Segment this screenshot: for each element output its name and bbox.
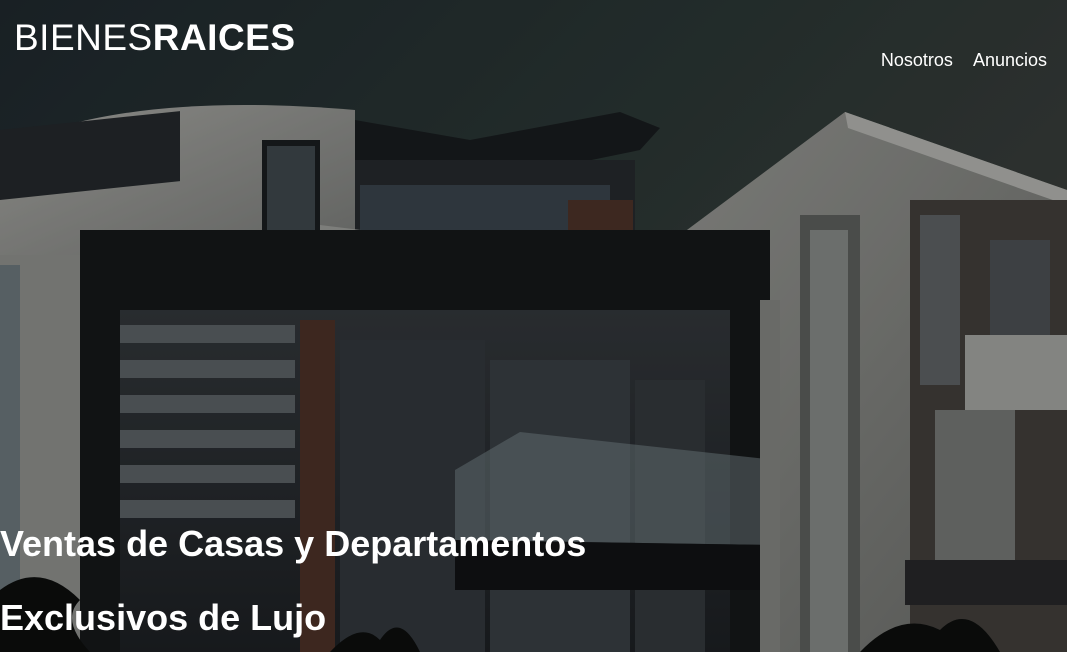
logo[interactable]: BIENESRAICES [14, 16, 296, 60]
nav-link-nosotros[interactable]: Nosotros [881, 49, 953, 71]
hero-section: BIENESRAICES Nosotros Anuncios Ventas de… [0, 0, 1067, 652]
logo-text-light: BIENES [14, 17, 153, 58]
hero-headline-line2: Exclusivos de Lujo [0, 597, 327, 638]
hero-headline: Ventas de Casas y Departamentos Exclusiv… [0, 516, 760, 646]
logo-text-bold: RAICES [152, 17, 296, 58]
site-header: BIENESRAICES Nosotros Anuncios [0, 0, 1067, 100]
nav-link-anuncios[interactable]: Anuncios [973, 49, 1047, 71]
hero-headline-line1: Ventas de Casas y Departamentos [0, 523, 587, 564]
main-nav: Nosotros Anuncios [881, 49, 1047, 71]
